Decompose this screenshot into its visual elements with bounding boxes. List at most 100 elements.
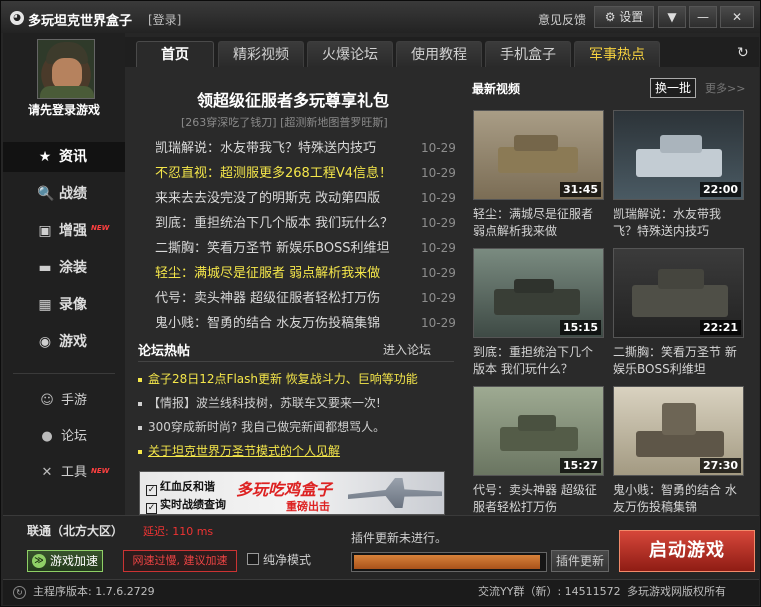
video-card[interactable]: 22:00 凯瑞解说：水友带我飞？特殊送内技巧 — [613, 110, 744, 240]
sidebar-item-record[interactable]: 🔍 战绩 — [3, 179, 125, 209]
news-title[interactable]: 到底：重担统治下几个版本 我们玩什么？ — [155, 211, 417, 236]
tank-turret-image — [514, 135, 558, 151]
videos-more-link[interactable]: 更多>> — [705, 80, 745, 96]
close-button[interactable]: ✕ — [720, 6, 754, 28]
gamepad-icon: ◉ — [38, 334, 52, 350]
game-accelerate-button[interactable]: ≫ 游戏加速 — [27, 550, 103, 572]
title-bar: ◕ 多玩坦克世界盒子 [登录] 意见反馈 ⚙ 设置 ▼ — ✕ — [1, 1, 760, 33]
news-item[interactable]: 二撕胸：笑看万圣节 新娱乐BOSS利维坦 10-29 — [155, 236, 455, 261]
tank-turret-image — [660, 135, 702, 153]
server-region[interactable]: 联通（北方大区） — [27, 522, 123, 539]
sidebar-item-mobile-game[interactable]: ☺ 手游 — [3, 387, 125, 415]
video-caption[interactable]: 到底：重担统治下几个版本 我们玩什么？ — [473, 344, 604, 378]
tab-videos[interactable]: 精彩视频 — [218, 41, 304, 67]
forum-post[interactable]: 300穿成新时尚? 我自己做完新闻都想骂人。 — [138, 415, 454, 439]
star-icon: ★ — [38, 149, 52, 165]
video-card[interactable]: 31:45 轻尘：满城尽是征服者 弱点解析我来做 — [473, 110, 604, 240]
pure-mode-checkbox[interactable] — [247, 553, 259, 565]
sidebar-item-game[interactable]: ◉ 游戏 — [3, 327, 125, 357]
forum-post[interactable]: 关于坦克世界万圣节模式的个人见解 — [138, 439, 454, 463]
video-caption[interactable]: 轻尘：满城尽是征服者 弱点解析我来做 — [473, 206, 604, 240]
film-icon: ▦ — [38, 297, 52, 313]
video-card[interactable]: 27:30 鬼小贱：智勇的结合 水友万伤投稿集锦 — [613, 386, 744, 516]
news-item[interactable]: 到底：重担统治下几个版本 我们玩什么？ 10-29 — [155, 211, 455, 236]
tab-mobile-box[interactable]: 手机盒子 — [485, 41, 571, 67]
news-item[interactable]: 来来去去没完没了的明斯克 改动第四版 10-29 — [155, 186, 455, 211]
video-thumbnail[interactable]: 15:27 — [473, 386, 604, 476]
video-caption[interactable]: 凯瑞解说：水友带我飞？特殊送内技巧 — [613, 206, 744, 240]
tab-bar: 首页 精彩视频 火爆论坛 使用教程 手机盒子 军事热点 — [125, 37, 759, 67]
login-prompt[interactable]: 请先登录游戏 — [3, 101, 125, 118]
sidebar-item-tools[interactable]: ✕ 工具 NEW — [3, 459, 125, 487]
plugin-update-progress — [351, 552, 547, 572]
video-card[interactable]: 15:15 到底：重担统治下几个版本 我们玩什么？ — [473, 248, 604, 378]
dropdown-menu-icon[interactable]: ▼ — [658, 6, 686, 28]
tab-home[interactable]: 首页 — [136, 41, 214, 67]
news-item[interactable]: 轻尘：满城尽是征服者 弱点解析我来做 10-29 — [155, 261, 455, 286]
forum-post[interactable]: 盒子28日12点Flash更新 恢复战斗力、巨响等功能 — [138, 367, 454, 391]
video-caption[interactable]: 二撕胸：笑看万圣节 新娱乐BOSS利维坦 — [613, 344, 744, 378]
news-item[interactable]: 凯瑞解说：水友带我飞？特殊送内技巧 10-29 — [155, 136, 455, 161]
sidebar-item-skin[interactable]: ▬ 涂装 — [3, 253, 125, 283]
news-date: 10-29 — [421, 266, 455, 280]
ad-feature-label: 红血反和谐 — [160, 480, 215, 493]
news-item[interactable]: 代号：卖头神器 超级征服者轻松打万伤 10-29 — [155, 286, 455, 311]
news-item[interactable]: 不忍直视：超测服更多268工程V4信息！ 10-29 — [155, 161, 455, 186]
swap-batch-button[interactable]: 换一批 — [650, 78, 696, 98]
yy-group-text[interactable]: 交流YY群（新）: 14511572 — [478, 580, 621, 604]
tab-military-hot[interactable]: 军事热点 — [574, 41, 660, 67]
news-headline[interactable]: 领超级征服者多玩尊享礼包 — [197, 87, 389, 111]
video-card[interactable]: 15:27 代号：卖头神器 超级征服者轻松打万伤 — [473, 386, 604, 516]
video-thumbnail[interactable]: 22:00 — [613, 110, 744, 200]
news-date: 10-29 — [421, 166, 455, 180]
news-title[interactable]: 轻尘：满城尽是征服者 弱点解析我来做 — [155, 261, 417, 286]
news-item[interactable]: 鬼小贱：智勇的结合 水友万伤投稿集锦 10-29 — [155, 311, 455, 336]
forum-post-title[interactable]: 关于坦克世界万圣节模式的个人见解 — [148, 444, 340, 458]
enter-forum-link[interactable]: 进入论坛 — [383, 341, 431, 358]
sidebar-item-news[interactable]: ★ 资讯 — [3, 142, 125, 172]
video-thumbnail[interactable]: 27:30 — [613, 386, 744, 476]
video-caption[interactable]: 鬼小贱：智勇的结合 水友万伤投稿集锦 — [613, 482, 744, 516]
video-card[interactable]: 22:21 二撕胸：笑看万圣节 新娱乐BOSS利维坦 — [613, 248, 744, 378]
game-accelerate-label: 游戏加速 — [50, 554, 99, 568]
news-title[interactable]: 凯瑞解说：水友带我飞？特殊送内技巧 — [155, 136, 417, 161]
plugin-update-button[interactable]: 插件更新 — [551, 550, 609, 572]
tank-image — [636, 149, 722, 177]
avatar[interactable] — [37, 39, 95, 99]
forum-post-title[interactable]: 【情报】波兰线科技树，苏联车又要来一次! — [148, 396, 381, 410]
launch-game-button[interactable]: 启动游戏 — [619, 530, 755, 572]
sidebar-item-enhance[interactable]: ▣ 增强 NEW — [3, 216, 125, 246]
pure-mode-label[interactable]: 纯净模式 — [263, 551, 311, 568]
video-thumbnail[interactable]: 15:15 — [473, 248, 604, 338]
forum-post[interactable]: 【情报】波兰线科技树，苏联车又要来一次! — [138, 391, 454, 415]
tab-forum[interactable]: 火爆论坛 — [307, 41, 393, 67]
video-thumbnail[interactable]: 22:21 — [613, 248, 744, 338]
news-title[interactable]: 来来去去没完没了的明斯克 改动第四版 — [155, 186, 417, 211]
settings-button[interactable]: ⚙ 设置 — [594, 6, 654, 28]
forum-post-title[interactable]: 盒子28日12点Flash更新 恢复战斗力、巨响等功能 — [148, 372, 418, 386]
ad-banner[interactable]: ✓ 红血反和谐 ✓ 实时战绩查询 多玩吃鸡盒子 重磅出击 — [139, 471, 445, 515]
news-sub-links[interactable]: [263穿深吃了钱刀] [超测新地图普罗旺斯] — [181, 114, 388, 130]
sidebar-divider — [13, 373, 115, 374]
refresh-icon[interactable]: ↻ — [737, 45, 749, 61]
video-thumbnail[interactable]: 31:45 — [473, 110, 604, 200]
feedback-link[interactable]: 意见反馈 — [538, 11, 586, 28]
video-caption[interactable]: 代号：卖头神器 超级征服者轻松打万伤 — [473, 482, 604, 516]
sidebar-item-label: 战绩 — [59, 186, 87, 202]
bullet-icon — [138, 401, 142, 406]
news-title[interactable]: 二撕胸：笑看万圣节 新娱乐BOSS利维坦 — [155, 236, 417, 261]
forum-post-title[interactable]: 300穿成新时尚? 我自己做完新闻都想骂人。 — [148, 420, 385, 434]
news-title[interactable]: 鬼小贱：智勇的结合 水友万伤投稿集锦 — [155, 311, 417, 336]
airplane-icon — [348, 478, 442, 508]
news-title[interactable]: 代号：卖头神器 超级征服者轻松打万伤 — [155, 286, 417, 311]
news-title[interactable]: 不忍直视：超测服更多268工程V4信息！ — [155, 161, 417, 186]
checkbox-icon: ✓ — [146, 485, 157, 496]
sidebar-item-replay[interactable]: ▦ 录像 — [3, 290, 125, 320]
videos-section-title: 最新视频 — [472, 82, 521, 96]
new-badge: NEW — [91, 224, 110, 232]
login-link[interactable]: [登录] — [148, 11, 181, 28]
minimize-button[interactable]: — — [689, 6, 717, 28]
news-date: 10-29 — [421, 216, 455, 230]
sidebar-item-forum[interactable]: ● 论坛 — [3, 423, 125, 451]
tab-tutorial[interactable]: 使用教程 — [396, 41, 482, 67]
